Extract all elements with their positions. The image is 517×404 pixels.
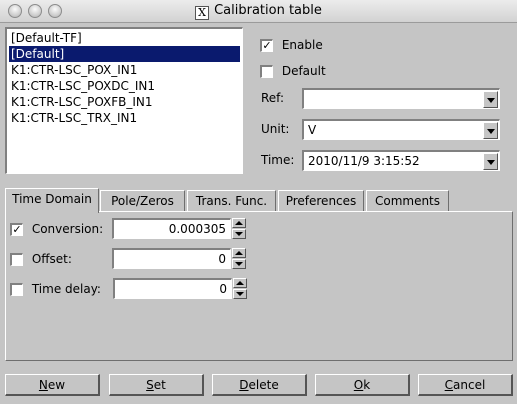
new-button-label: ew <box>47 378 66 392</box>
increment-arrow-icon[interactable] <box>232 248 246 258</box>
time-label: Time: <box>261 153 295 167</box>
unit-label: Unit: <box>261 122 290 136</box>
enable-checkbox[interactable]: ✓ <box>260 39 273 52</box>
increment-arrow-icon[interactable] <box>232 218 246 228</box>
list-item[interactable]: K1:CTR-LSC_TRX_IN1 <box>9 110 240 126</box>
list-item[interactable]: [Default-TF] <box>9 30 240 46</box>
tab-pole-zeros[interactable]: Pole/Zeros <box>100 190 185 212</box>
offset-label: Offset: <box>31 252 72 266</box>
time-combo[interactable]: 2010/11/9 3:15:52 <box>302 150 500 171</box>
tab-time-domain[interactable]: Time Domain <box>5 188 99 213</box>
unit-value: V <box>308 123 317 137</box>
offset-stepper[interactable] <box>232 248 246 269</box>
tab-preferences[interactable]: Preferences <box>278 190 364 212</box>
conversion-field[interactable]: 0.000305 <box>112 218 231 239</box>
new-mnemonic: N <box>38 378 48 392</box>
offset-option[interactable]: Offset: <box>10 252 72 266</box>
chevron-down-icon[interactable] <box>483 91 498 108</box>
cancel-mnemonic: C <box>444 378 454 392</box>
decrement-arrow-icon[interactable] <box>232 229 246 239</box>
set-button-label: et <box>153 378 166 392</box>
ref-label: Ref: <box>261 91 285 105</box>
time-delay-label: Time delay: <box>31 282 101 296</box>
enable-option[interactable]: ✓ Enable <box>260 38 323 52</box>
x11-app-icon: X <box>195 6 210 20</box>
ok-button[interactable]: Ok <box>315 374 410 396</box>
ok-button-label: k <box>363 378 371 392</box>
increment-arrow-icon[interactable] <box>233 278 247 288</box>
set-mnemonic: S <box>146 378 154 392</box>
list-item[interactable]: K1:CTR-LSC_POXFB_IN1 <box>9 94 240 110</box>
ok-mnemonic: O <box>353 378 364 392</box>
offset-field[interactable]: 0 <box>112 248 231 269</box>
default-label: Default <box>281 64 326 78</box>
delete-button-label: elete <box>248 378 279 392</box>
title-bar[interactable]: X Calibration table <box>0 0 517 23</box>
conversion-checkbox[interactable]: ✓ <box>10 223 23 236</box>
chevron-down-icon[interactable] <box>483 122 498 139</box>
offset-checkbox[interactable] <box>10 253 23 266</box>
time-delay-checkbox[interactable] <box>10 283 23 296</box>
time-delay-value: 0 <box>219 282 227 296</box>
list-item-selected[interactable]: [Default] <box>9 46 240 62</box>
conversion-label: Conversion: <box>31 222 104 236</box>
decrement-arrow-icon[interactable] <box>233 289 247 299</box>
default-checkbox[interactable] <box>260 65 273 78</box>
set-button[interactable]: Set <box>109 374 204 396</box>
list-item[interactable]: K1:CTR-LSC_POXDC_IN1 <box>9 78 240 94</box>
window-title: Calibration table <box>214 3 322 18</box>
enable-label: Enable <box>281 38 323 52</box>
cancel-button[interactable]: Cancel <box>418 374 513 396</box>
offset-value: 0 <box>218 252 226 266</box>
conversion-value: 0.000305 <box>168 222 226 236</box>
tab-trans-func[interactable]: Trans. Func. <box>187 190 276 212</box>
time-domain-panel: ✓ Conversion: 0.000305 Offset: 0 Time de… <box>5 211 513 361</box>
delete-button[interactable]: Delete <box>212 374 307 396</box>
conversion-stepper[interactable] <box>232 218 246 239</box>
decrement-arrow-icon[interactable] <box>232 259 246 269</box>
time-delay-stepper[interactable] <box>233 278 247 299</box>
chevron-down-icon[interactable] <box>483 153 498 170</box>
list-item[interactable]: K1:CTR-LSC_POX_IN1 <box>9 62 240 78</box>
window-title-area: X Calibration table <box>0 3 517 20</box>
unit-combo[interactable]: V <box>302 119 500 140</box>
delete-mnemonic: D <box>239 378 249 392</box>
new-button[interactable]: New <box>5 374 100 396</box>
ref-combo[interactable] <box>302 88 500 109</box>
cancel-button-label: ancel <box>453 378 486 392</box>
time-delay-field[interactable]: 0 <box>113 278 232 299</box>
default-option[interactable]: Default <box>260 64 326 78</box>
tab-comments[interactable]: Comments <box>366 190 449 212</box>
channel-list[interactable]: [Default-TF] [Default] K1:CTR-LSC_POX_IN… <box>5 27 243 174</box>
time-value: 2010/11/9 3:15:52 <box>308 154 420 168</box>
conversion-option[interactable]: ✓ Conversion: <box>10 222 103 236</box>
time-delay-option[interactable]: Time delay: <box>10 282 101 296</box>
